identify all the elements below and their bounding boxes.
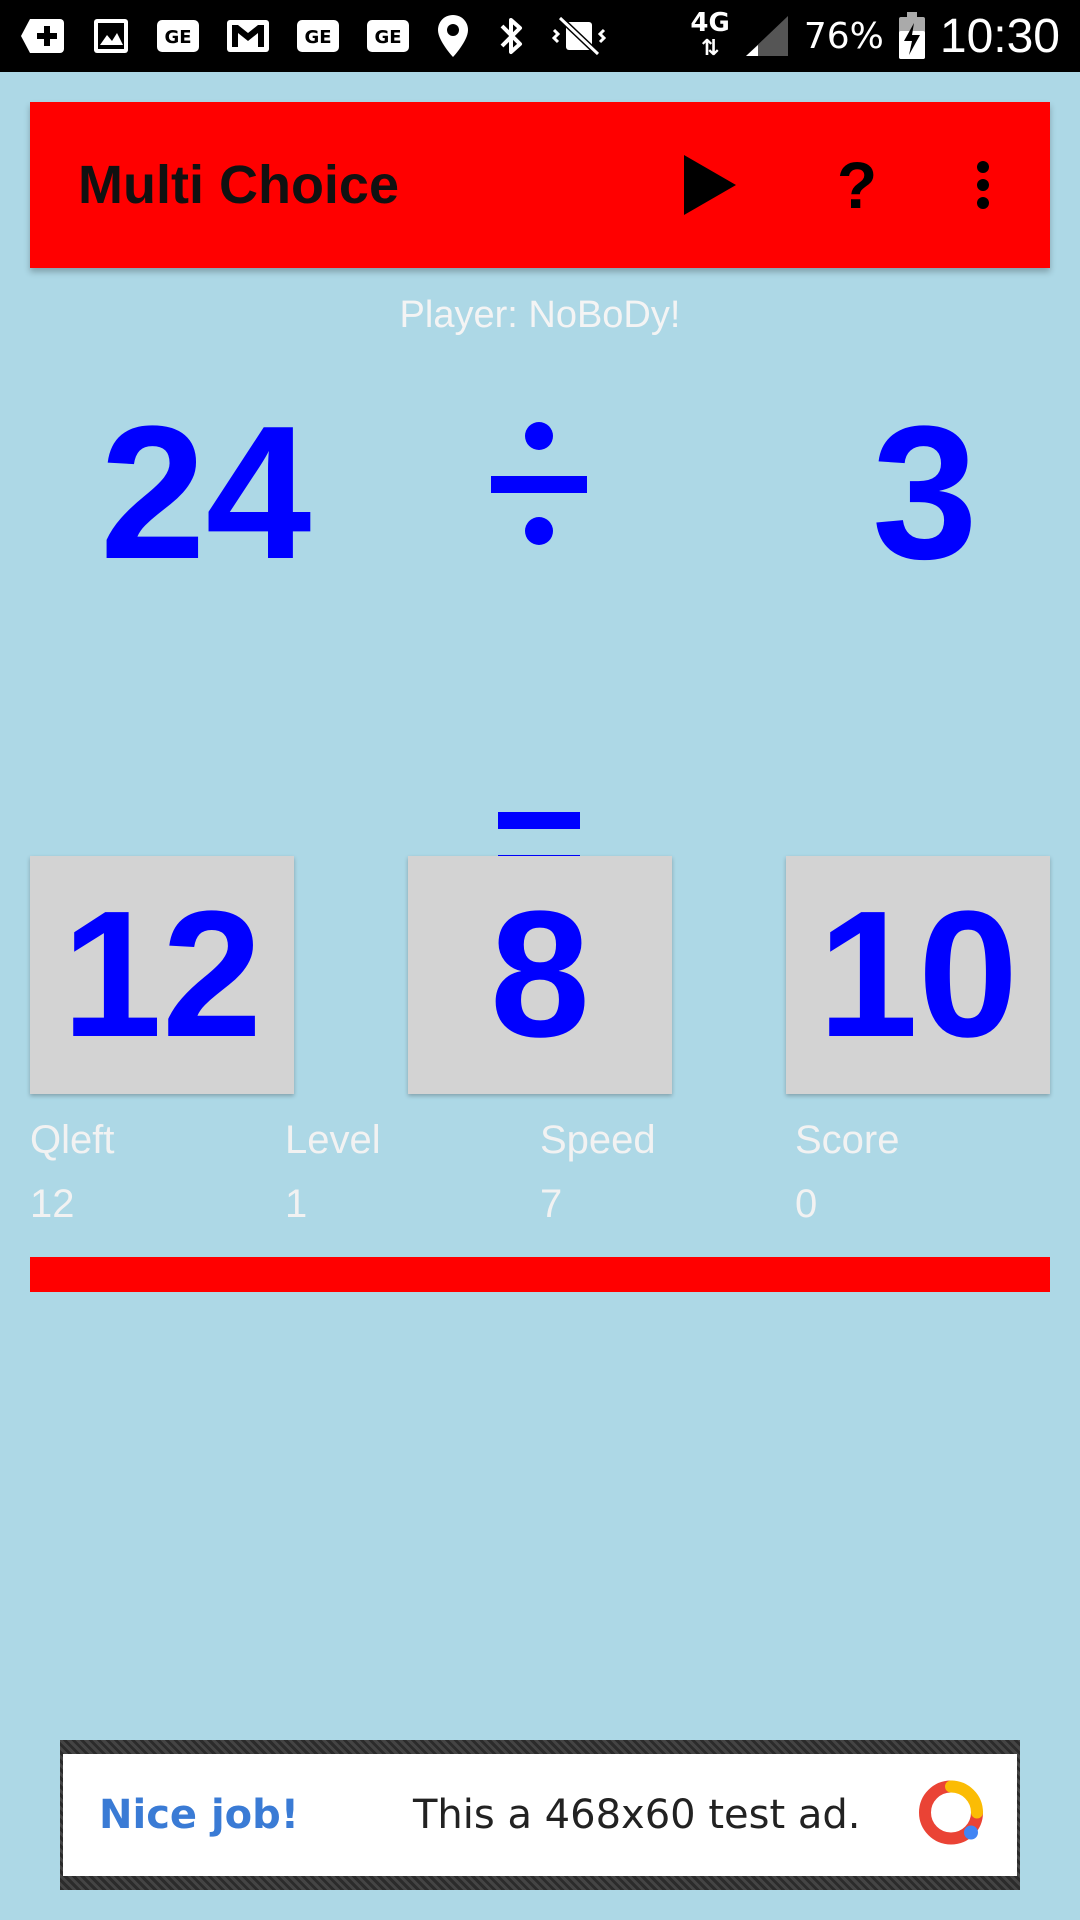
help-icon: ? (836, 148, 878, 222)
gmail-icon (226, 19, 270, 53)
player-name: Player: NoBoDy! (399, 294, 681, 336)
ge-icon: GE (296, 19, 340, 53)
vibrate-icon (552, 16, 606, 56)
adchoices-logo-icon (919, 1780, 983, 1850)
network-type: 4G ⇅ (690, 8, 730, 61)
answer-option-2[interactable]: 8 (408, 856, 672, 1094)
location-icon (436, 13, 470, 59)
more-options-button[interactable] (943, 145, 1023, 225)
clock: 10:30 (939, 9, 1060, 63)
app-title: Multi Choice (78, 155, 399, 215)
help-button[interactable]: ? (817, 145, 897, 225)
battery-percent: 76% (803, 15, 884, 57)
stat-speed: Speed 7 (540, 1118, 780, 1227)
stat-label: Score (795, 1118, 900, 1162)
image-icon (92, 17, 130, 55)
svg-text:GE: GE (164, 27, 191, 48)
right-operand: 3 (872, 387, 978, 599)
stat-label: Speed (540, 1118, 656, 1162)
stat-label: Qleft (30, 1118, 115, 1162)
left-operand: 24 (100, 387, 312, 599)
divide-icon (488, 398, 590, 568)
stat-score: Score 0 (795, 1118, 1035, 1227)
ge-icon: GE (156, 19, 200, 53)
svg-text:GE: GE (304, 27, 331, 48)
battery-charging-icon (898, 11, 926, 61)
ad-banner[interactable]: Nice job! This a 468x60 test ad. (60, 1740, 1020, 1890)
answer-option-3[interactable]: 10 (786, 856, 1050, 1094)
play-icon (684, 155, 736, 215)
ad-content[interactable]: Nice job! This a 468x60 test ad. (63, 1754, 1017, 1876)
timer-progress-bar (30, 1257, 1050, 1292)
ad-tagline: Nice job! (99, 1792, 300, 1838)
more-vert-icon (977, 161, 989, 209)
stat-level: Level 1 (285, 1118, 525, 1227)
svg-text:GE: GE (374, 27, 401, 48)
ge-icon: GE (366, 19, 410, 53)
status-bar: GE GE GE 4G ⇅ 76% 10:30 (0, 0, 1080, 72)
equals-icon (498, 712, 580, 872)
play-button[interactable] (670, 145, 750, 225)
answer-option-1[interactable]: 12 (30, 856, 294, 1094)
stat-value: 0 (795, 1182, 818, 1226)
bluetooth-icon (496, 14, 526, 58)
stat-qleft: Qleft 12 (30, 1118, 270, 1227)
ad-text: This a 468x60 test ad. (413, 1792, 861, 1838)
stat-value: 7 (540, 1182, 563, 1226)
stat-value: 12 (30, 1182, 75, 1226)
signal-icon (744, 14, 790, 58)
stat-label: Level (285, 1118, 381, 1162)
stat-value: 1 (285, 1182, 308, 1226)
add-box-icon (20, 17, 66, 55)
timer-progress-fill (30, 1257, 1050, 1292)
app-bar: Multi Choice ? (30, 102, 1050, 268)
